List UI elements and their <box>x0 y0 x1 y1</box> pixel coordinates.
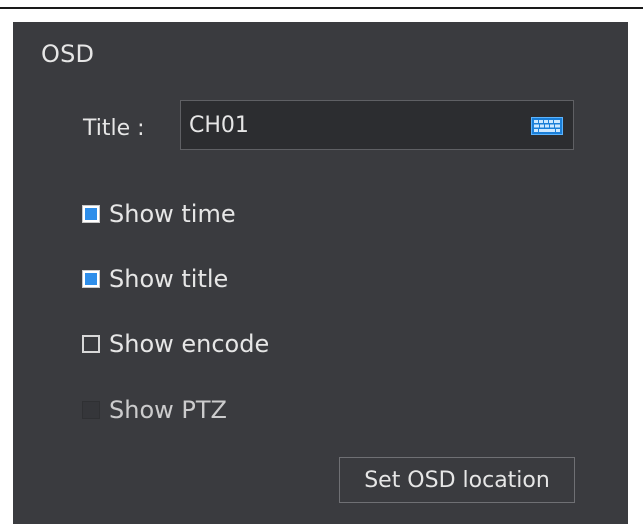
show-ptz-checkbox <box>82 401 100 419</box>
osd-settings-window: OSD Title : CH01 Show time Show title Sh… <box>0 0 643 524</box>
keyboard-icon[interactable] <box>531 117 563 135</box>
title-input-value: CH01 <box>189 113 249 138</box>
show-ptz-option: Show PTZ <box>82 394 227 426</box>
show-encode-checkbox[interactable] <box>82 335 100 353</box>
top-divider <box>0 7 643 9</box>
show-encode-option[interactable]: Show encode <box>82 328 269 360</box>
osd-panel: OSD Title : CH01 Show time Show title Sh… <box>13 22 628 524</box>
show-ptz-label: Show PTZ <box>109 396 227 424</box>
show-time-option[interactable]: Show time <box>82 198 236 230</box>
set-osd-location-button[interactable]: Set OSD location <box>339 457 575 503</box>
title-label: Title : <box>83 116 145 141</box>
show-title-checkbox[interactable] <box>82 270 100 288</box>
show-encode-label: Show encode <box>109 330 270 358</box>
show-title-label: Show title <box>109 265 229 293</box>
show-title-option[interactable]: Show title <box>82 263 228 295</box>
section-title: OSD <box>41 40 95 68</box>
show-time-checkbox[interactable] <box>82 205 100 223</box>
title-input[interactable]: CH01 <box>180 100 574 150</box>
show-time-label: Show time <box>109 200 236 228</box>
